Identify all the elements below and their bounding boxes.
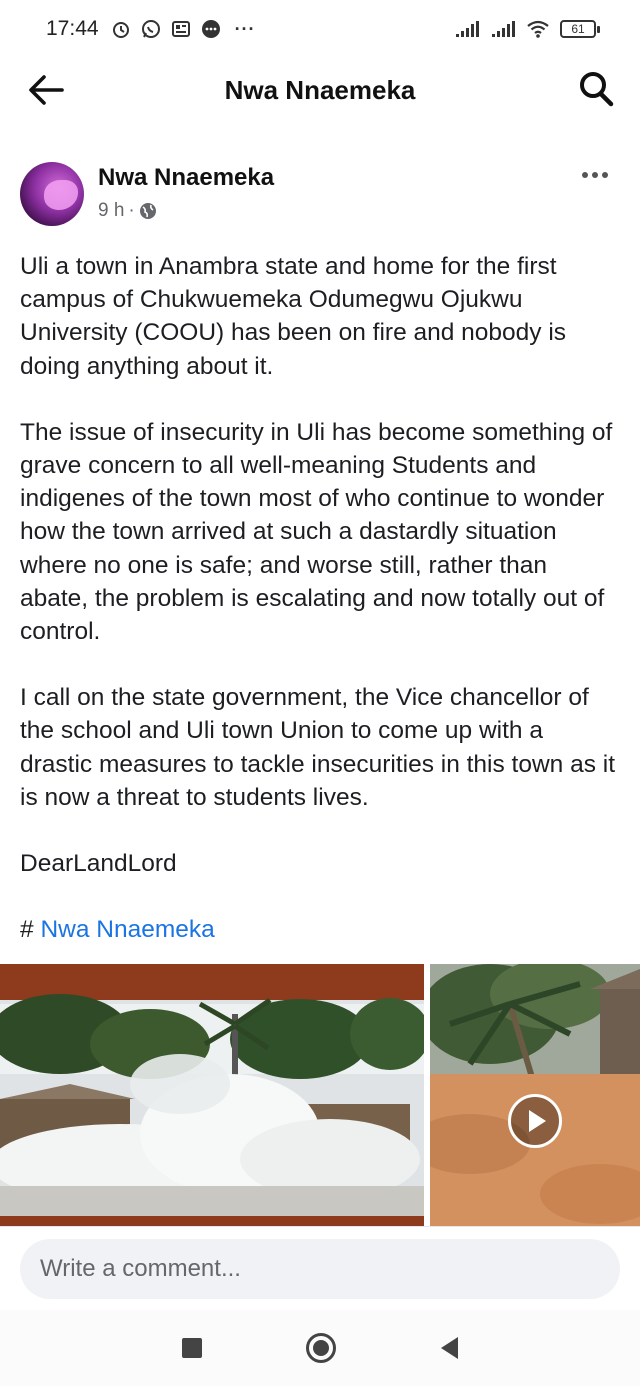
- media-photo-smoke[interactable]: [0, 964, 424, 1226]
- more-horizontal-icon[interactable]: [580, 166, 610, 184]
- hashtag-line: # Nwa Nnaemeka: [20, 913, 620, 946]
- post-time[interactable]: 9 h: [98, 200, 124, 222]
- meta-separator: ·: [128, 200, 135, 221]
- post-paragraph: The issue of insecurity in Uli has becom…: [20, 418, 613, 646]
- post-meta: 9 h ·: [98, 200, 157, 222]
- hashtag-link[interactable]: Nwa Nnaemeka: [40, 916, 214, 943]
- recents-icon[interactable]: [182, 1338, 203, 1358]
- home-icon[interactable]: [306, 1333, 337, 1363]
- play-icon[interactable]: [508, 1094, 562, 1148]
- page-title: Nwa Nnaemeka: [224, 74, 416, 105]
- post-media: [0, 964, 640, 1226]
- system-back-icon[interactable]: [440, 1337, 458, 1359]
- status-time: 17:44: [46, 17, 99, 40]
- status-bar: 17:44 ··· 61: [0, 0, 640, 58]
- post-paragraph: DearLandLord: [20, 850, 177, 878]
- system-nav-bar: [0, 1310, 640, 1386]
- comment-input[interactable]: [20, 1239, 620, 1299]
- search-icon[interactable]: [578, 70, 614, 108]
- post-paragraph: I call on the state government, the Vice…: [20, 684, 616, 811]
- post-text: Uli a town in Anambra state and home for…: [20, 250, 620, 946]
- whatsapp-icon: [141, 20, 160, 38]
- battery-icon: 61: [560, 20, 600, 38]
- signal-icon-2: [492, 21, 515, 37]
- photo-smoke-scene: [0, 964, 424, 1226]
- chat-bubble-icon: [201, 20, 220, 38]
- post-header: Nwa Nnaemeka 9 h ·: [20, 158, 620, 228]
- post-paragraph: Uli a town in Anambra state and home for…: [20, 253, 567, 380]
- news-icon: [171, 21, 190, 37]
- globe-icon: [139, 203, 156, 219]
- wifi-icon: [527, 20, 549, 38]
- comment-bar: [0, 1226, 640, 1310]
- hashtag-symbol: #: [20, 916, 34, 944]
- notification-icons: ···: [111, 19, 256, 40]
- author-name[interactable]: Nwa Nnaemeka: [98, 164, 274, 192]
- alarm-icon: [112, 22, 129, 38]
- avatar[interactable]: [20, 162, 84, 226]
- app-header: Nwa Nnaemeka: [0, 58, 640, 122]
- arrow-left-icon[interactable]: [26, 72, 64, 108]
- media-video-thumbnail[interactable]: [430, 964, 640, 1226]
- system-icons: 61: [454, 19, 600, 39]
- more-notifications: ···: [234, 18, 256, 39]
- signal-icon-1: [456, 21, 479, 37]
- battery-level: 61: [560, 20, 596, 38]
